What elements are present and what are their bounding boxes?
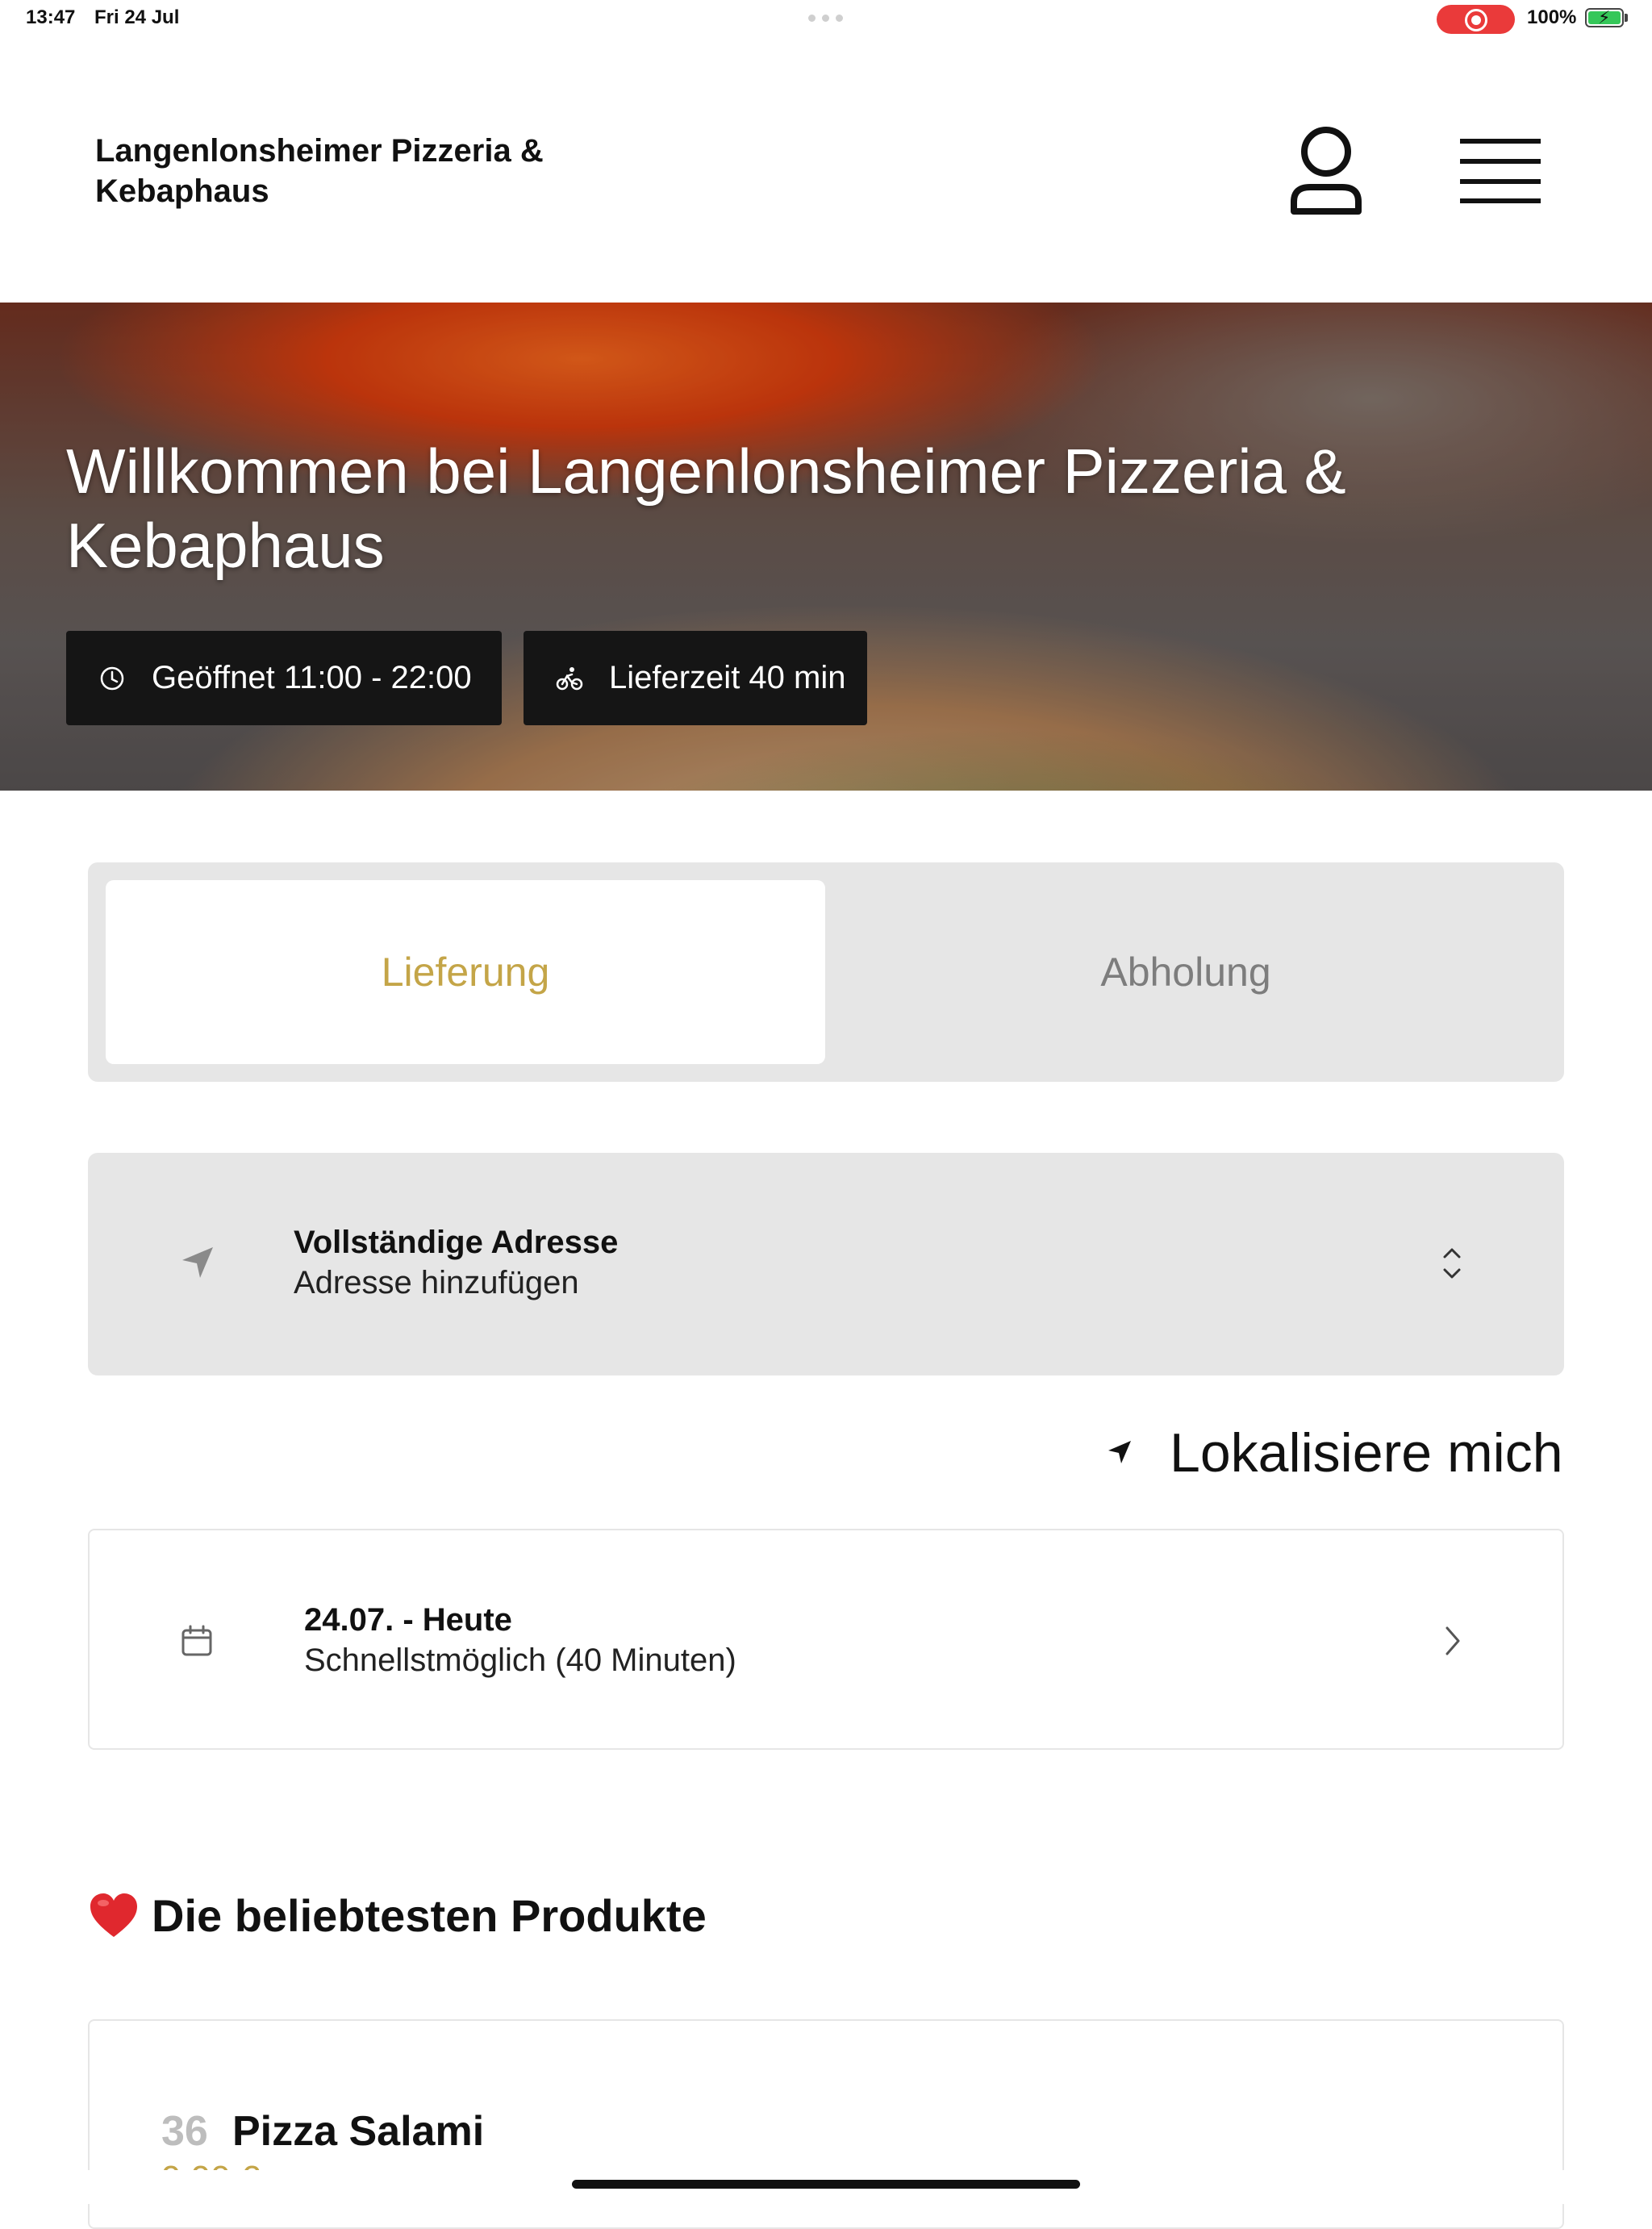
status-time: 13:47: [26, 6, 76, 28]
menu-icon[interactable]: [1460, 137, 1541, 205]
chevron-right-icon[interactable]: [1444, 1625, 1462, 1657]
delivery-date: 24.07. - Heute: [304, 1602, 512, 1638]
screen-recording-indicator[interactable]: [1437, 5, 1515, 34]
product-number: 36: [161, 2108, 208, 2155]
clock-icon: [98, 665, 126, 692]
product-name: Pizza Salami: [232, 2108, 485, 2155]
locate-me-button[interactable]: Lokalisiere mich: [1170, 1421, 1563, 1484]
multitasking-dots[interactable]: [808, 15, 843, 22]
opening-hours-text: Geöffnet 11:00 - 22:00: [152, 660, 472, 695]
delivery-time-selector[interactable]: [88, 1529, 1564, 1750]
battery-percent: 100%: [1527, 6, 1577, 28]
tab-lieferung[interactable]: Lieferung: [106, 880, 825, 1064]
hero-title: Willkommen bei Langenlonsheimer Pizzeria…: [66, 436, 1346, 581]
delivery-time-detail: Schnellstmöglich (40 Minuten): [304, 1643, 736, 1678]
heart-icon: [90, 1893, 137, 1937]
restaurant-name[interactable]: Langenlonsheimer Pizzeria & Kebaphaus: [95, 131, 611, 211]
delivery-time-chip: Lieferzeit 40 min: [524, 631, 867, 725]
calendar-icon: [181, 1625, 212, 1656]
address-selector[interactable]: [88, 1153, 1564, 1375]
address-placeholder[interactable]: Adresse hinzufügen: [294, 1265, 579, 1301]
delivery-time-text: Lieferzeit 40 min: [609, 660, 846, 695]
user-icon[interactable]: [1289, 126, 1363, 216]
chevron-up-down-icon[interactable]: [1441, 1246, 1463, 1281]
home-indicator[interactable]: [572, 2180, 1080, 2189]
bicycle-icon: [556, 665, 583, 692]
popular-products-title: Die beliebtesten Produkte: [152, 1890, 707, 1941]
hero-banner: Willkommen bei Langenlonsheimer Pizzeria…: [0, 303, 1652, 791]
tab-abholung[interactable]: Abholung: [825, 880, 1546, 1064]
opening-hours-chip: Geöffnet 11:00 - 22:00: [66, 631, 502, 725]
battery-icon: ⚡: [1585, 8, 1624, 27]
navigation-arrow-icon: [182, 1247, 213, 1278]
address-label: Vollständige Adresse: [294, 1225, 619, 1260]
location-arrow-icon[interactable]: [1105, 1438, 1134, 1467]
status-date: Fri 24 Jul: [94, 6, 180, 28]
